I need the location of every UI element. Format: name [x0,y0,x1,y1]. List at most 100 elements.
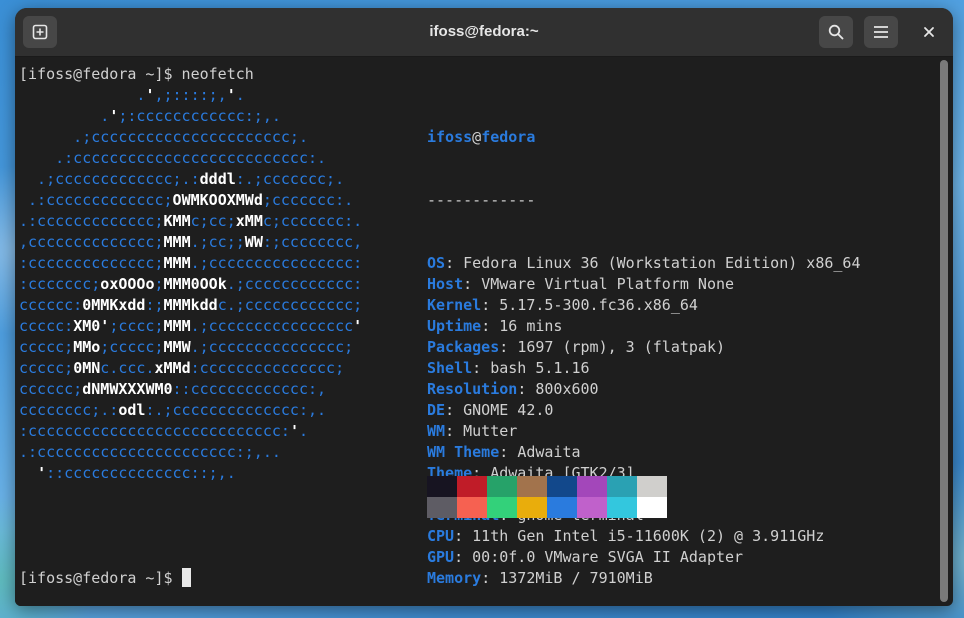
hamburger-menu-icon [873,25,889,39]
info-host: fedora [481,128,535,146]
palette-swatch [457,476,487,497]
info-row-memory: Memory: 1372MiB / 7910MiB [427,568,860,589]
info-key: GPU [427,548,454,566]
ascii-logo-line: '::cccccccccccccc::;,. [19,463,362,484]
info-value: 00:0f.0 VMware SVGA II Adapter [472,548,743,566]
palette-swatch [457,497,487,518]
color-palette [427,476,667,518]
palette-swatch [547,497,577,518]
info-at: @ [472,128,481,146]
palette-swatch [607,497,637,518]
close-button[interactable] [912,16,946,48]
ascii-logo-line: cccccc;dNMWXXXWM0::ccccccccccccc:, [19,379,362,400]
info-key: WM [427,422,445,440]
info-separator: ------------ [427,190,860,211]
search-button[interactable] [819,16,853,48]
ascii-logo-line: ccccc;0MNc.ccc.xMMd:ccccccccccccccc; [19,358,362,379]
info-colon: : [463,275,481,293]
ascii-logo-line: :cccccccccccccc;MMM.;cccccccccccccccc: [19,253,362,274]
palette-swatch [517,497,547,518]
ascii-logo-line: cccccc:0MMKxdd:;MMMkddc.;cccccccccccc; [19,295,362,316]
prompt-text: [ifoss@fedora ~]$ [19,569,173,587]
info-value: bash 5.1.16 [490,359,589,377]
info-key: WM Theme [427,443,499,461]
scrollbar[interactable] [940,60,948,602]
ascii-logo-line: .:ccccccccccccc;OWMKOOXMWd;ccccccc:. [19,190,362,211]
window-title: ifoss@fedora:~ [15,8,953,56]
info-key: OS [427,254,445,272]
ascii-logo-line: :ccccccc;oxOOOo;MMM0OOk.;cccccccccccc: [19,274,362,295]
palette-swatch [427,497,457,518]
info-colon: : [445,254,463,272]
info-colon: : [454,527,472,545]
ascii-logo-line: .';:cccccccccccc:;,. [19,106,362,127]
ascii-logo-line: ,cccccccccccccc;MMM.;cc;;WW:;cccccccc, [19,232,362,253]
info-colon: : [445,422,463,440]
info-value: VMware Virtual Platform None [481,275,734,293]
info-key: DE [427,401,445,419]
new-tab-button[interactable] [23,16,57,48]
header-bar: ifoss@fedora:~ [15,8,953,57]
ascii-logo-line: ccccc:XM0';cccc;MMM.;cccccccccccccccc' [19,316,362,337]
palette-swatch [637,476,667,497]
info-row-resolution: Resolution: 800x600 [427,379,860,400]
info-colon: : [472,359,490,377]
ascii-logo-line: ccccc;MMo;ccccc;MMW.;ccccccccccccccc; [19,337,362,358]
info-row-uptime: Uptime: 16 mins [427,316,860,337]
ascii-logo-line: .',;::::;,'. [19,85,362,106]
palette-swatch [547,476,577,497]
text-cursor [182,568,191,587]
close-icon [923,26,935,38]
info-user: ifoss [427,128,472,146]
info-value: 16 mins [499,317,562,335]
info-value: 800x600 [535,380,598,398]
ascii-logo-line: .:cccccccccccccccccccccc:;,.. [19,442,362,463]
info-key: Packages [427,338,499,356]
info-row-wm-theme: WM Theme: Adwaita [427,442,860,463]
info-row-de: DE: GNOME 42.0 [427,400,860,421]
info-row-os: OS: Fedora Linux 36 (Workstation Edition… [427,253,860,274]
info-colon: : [454,548,472,566]
info-row-host: Host: VMware Virtual Platform None [427,274,860,295]
ascii-logo-line: .;ccccccccccccc;.:dddl:.;ccccccc;. [19,169,362,190]
palette-swatch [427,476,457,497]
info-value: 5.17.5-300.fc36.x86_64 [499,296,698,314]
palette-swatch [577,497,607,518]
terminal-viewport[interactable]: [ifoss@fedora ~]$ neofetch .',;::::;,'. … [15,57,937,606]
fedora-ascii-logo: .',;::::;,'. .';:cccccccccccc:;,. .;cccc… [19,85,362,484]
info-colon: : [481,296,499,314]
info-value: Mutter [463,422,517,440]
ascii-logo-line: .:ccccccccccccc;KMMc;cc;xMMc;ccccccc:. [19,211,362,232]
info-row-shell: Shell: bash 5.1.16 [427,358,860,379]
terminal-window: ifoss@fedora:~ [ifoss@fedora ~]$ neofetc… [15,8,953,606]
info-key: Memory [427,569,481,587]
info-value: 1372MiB / 7910MiB [499,569,653,587]
info-value: Fedora Linux 36 (Workstation Edition) x8… [463,254,860,272]
info-colon: : [481,317,499,335]
user-host-line: ifoss@fedora [427,127,860,148]
new-tab-icon [32,24,48,40]
info-colon: : [481,569,499,587]
command-line: [ifoss@fedora ~]$ neofetch [19,64,254,85]
ascii-logo-line: .;cccccccccccccccccccccc;. [19,127,362,148]
ascii-logo-line: cccccccc;.:odl:.;cccccccccccccc:,. [19,400,362,421]
info-key: Uptime [427,317,481,335]
info-key: Resolution [427,380,517,398]
info-value: 11th Gen Intel i5-11600K (2) @ 3.911GHz [472,527,824,545]
info-key: Kernel [427,296,481,314]
info-row-wm: WM: Mutter [427,421,860,442]
info-value: 1697 (rpm), 3 (flatpak) [517,338,725,356]
info-key: Host [427,275,463,293]
info-colon: : [499,338,517,356]
info-row-kernel: Kernel: 5.17.5-300.fc36.x86_64 [427,295,860,316]
ascii-logo-line: :cccccccccccccccccccccccccccc:'. [19,421,362,442]
main-menu-button[interactable] [864,16,898,48]
palette-swatch [577,476,607,497]
info-key: CPU [427,527,454,545]
palette-swatch [637,497,667,518]
info-colon: : [499,443,517,461]
info-value: Adwaita [517,443,580,461]
system-info: ifoss@fedora ------------ OS: Fedora Lin… [427,85,860,606]
info-key: Shell [427,359,472,377]
prompt-line[interactable]: [ifoss@fedora ~]$ [19,568,191,589]
